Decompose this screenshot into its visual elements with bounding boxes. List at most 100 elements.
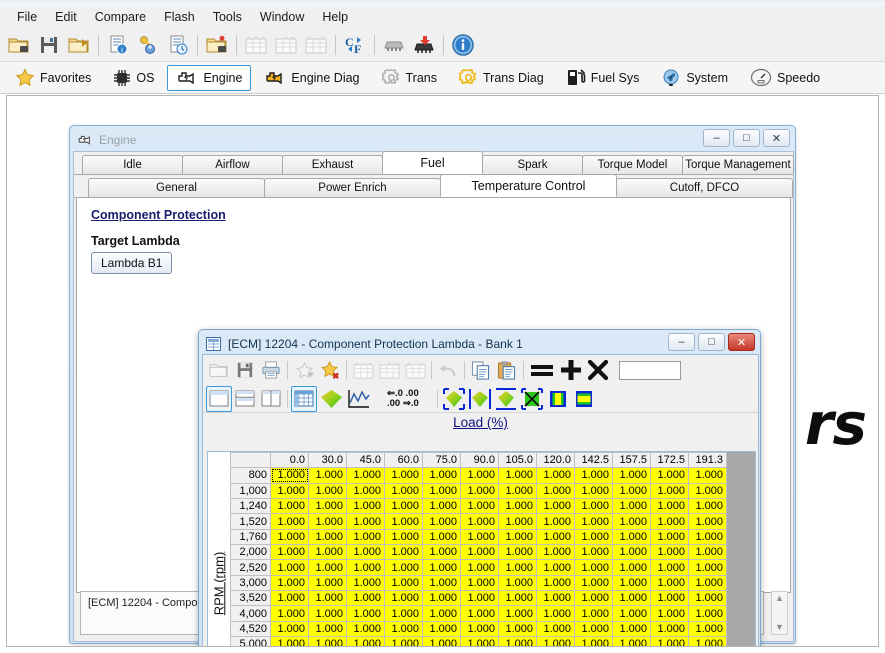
gradient-horizontal-icon[interactable] — [571, 386, 597, 412]
table-cell[interactable]: 1.000 — [612, 513, 651, 530]
table-cell[interactable]: 1.000 — [688, 620, 727, 638]
table-cell[interactable]: 1.000 — [384, 620, 423, 638]
table-cell[interactable]: 1.000 — [498, 574, 537, 592]
tab-spark[interactable]: Spark — [482, 155, 583, 174]
category-trans[interactable]: Trans — [373, 65, 447, 91]
engine-vertical-scrollbar[interactable]: ▲ ▼ — [771, 591, 788, 635]
table-cell[interactable]: 1.000 — [346, 559, 385, 576]
table-cell[interactable]: 1.000 — [688, 574, 727, 592]
save-icon[interactable] — [232, 357, 258, 383]
subtab-cutoff-dfco[interactable]: Cutoff, DFCO — [616, 178, 793, 197]
table-cell[interactable]: 1.000 — [536, 590, 575, 607]
open-calibration-icon[interactable] — [202, 30, 232, 60]
column-header[interactable]: 120.0 — [536, 452, 575, 469]
category-engine[interactable]: Engine — [167, 64, 252, 91]
category-favorites[interactable]: Favorites — [6, 65, 100, 91]
print-icon[interactable] — [258, 357, 284, 383]
table-cell[interactable]: 1.000 — [612, 467, 651, 484]
menu-help[interactable]: Help — [313, 8, 357, 26]
table-cell[interactable]: 1.000 — [498, 559, 537, 576]
table-cell[interactable]: 1.000 — [308, 544, 347, 561]
key-user-icon[interactable] — [133, 30, 163, 60]
table-cell[interactable]: 1.000 — [574, 574, 613, 592]
table-cell[interactable]: 1.000 — [384, 467, 423, 484]
row-header[interactable]: 3,520 — [230, 590, 271, 607]
column-header[interactable]: 30.0 — [308, 452, 347, 469]
table-cell[interactable]: 1.000 — [308, 528, 347, 546]
table-cell[interactable]: 1.000 — [612, 620, 651, 638]
table-cell[interactable]: 1.000 — [612, 590, 651, 607]
table-cell[interactable]: 1.000 — [650, 513, 689, 530]
table-cell[interactable]: 1.000 — [270, 467, 309, 484]
decimal-precision-controls[interactable]: ⇐.0 .00 .00 ⇒.0 — [387, 388, 419, 409]
category-fuel-sys[interactable]: Fuel Sys — [557, 65, 649, 91]
table-cell[interactable]: 1.000 — [688, 513, 727, 530]
view-3d-icon[interactable] — [317, 386, 345, 412]
table-cell[interactable]: 1.000 — [384, 482, 423, 499]
table-cell[interactable]: 1.000 — [422, 574, 461, 592]
table-cell[interactable]: 1.000 — [422, 528, 461, 546]
gradient-vertical-icon[interactable] — [545, 386, 571, 412]
table-cell[interactable]: 1.000 — [688, 467, 727, 484]
table-cell[interactable]: 1.000 — [612, 574, 651, 592]
category-system[interactable]: System — [652, 65, 737, 91]
table-cell[interactable]: 1.000 — [384, 513, 423, 530]
tab-exhaust[interactable]: Exhaust — [282, 155, 383, 174]
table-cell[interactable]: 1.000 — [498, 513, 537, 530]
row-header[interactable]: 800 — [230, 467, 271, 484]
table-cell[interactable]: 1.000 — [574, 559, 613, 576]
table-cell[interactable]: 1.000 — [536, 574, 575, 592]
table-cell[interactable]: 1.000 — [574, 467, 613, 484]
table-cell[interactable]: 1.000 — [574, 528, 613, 546]
chip-gray-icon[interactable] — [379, 30, 409, 60]
table-cell[interactable]: 1.000 — [536, 559, 575, 576]
tab-idle[interactable]: Idle — [82, 155, 183, 174]
table-cell[interactable]: 1.000 — [346, 467, 385, 484]
table-cell[interactable]: 1.000 — [346, 620, 385, 638]
table-cell[interactable]: 1.000 — [270, 620, 309, 638]
table-cell[interactable]: 1.000 — [688, 636, 727, 646]
table-cell[interactable]: 1.000 — [308, 559, 347, 576]
subtab-temperature-control[interactable]: Temperature Control — [440, 174, 617, 197]
value-input[interactable] — [619, 360, 681, 380]
view-vertical-split-icon[interactable] — [258, 386, 284, 412]
table-cell[interactable]: 1.000 — [612, 559, 651, 576]
table-cell[interactable]: 1.000 — [650, 544, 689, 561]
table-cell[interactable]: 1.000 — [688, 482, 727, 499]
table-cell[interactable]: 1.000 — [612, 636, 651, 646]
table-cell[interactable]: 1.000 — [460, 590, 499, 607]
table-cell[interactable]: 1.000 — [384, 559, 423, 576]
engine-restore-button[interactable]: □ — [733, 129, 760, 147]
table-cell[interactable]: 1.000 — [422, 482, 461, 499]
equals-icon[interactable] — [527, 357, 557, 383]
table-cell[interactable]: 1.000 — [422, 559, 461, 576]
table-cell[interactable]: 1.000 — [688, 605, 727, 622]
table-cell[interactable]: 1.000 — [346, 590, 385, 607]
column-header[interactable]: 157.5 — [612, 452, 651, 469]
table-cell[interactable]: 1.000 — [536, 513, 575, 530]
row-header[interactable]: 4,520 — [230, 620, 271, 638]
ecm-close-button[interactable]: ✕ — [728, 333, 755, 351]
table-cell[interactable]: 1.000 — [498, 467, 537, 484]
table-cell[interactable]: 1.000 — [384, 590, 423, 607]
column-header[interactable]: 0.0 — [270, 452, 309, 469]
table-cell[interactable]: 1.000 — [650, 574, 689, 592]
table-cell[interactable]: 1.000 — [688, 559, 727, 576]
table-cell[interactable]: 1.000 — [270, 513, 309, 530]
tab-fuel[interactable]: Fuel — [382, 151, 483, 174]
table-cell[interactable]: 1.000 — [384, 544, 423, 561]
table-cell[interactable]: 1.000 — [498, 528, 537, 546]
row-header[interactable]: 1,000 — [230, 482, 271, 499]
table-cell[interactable]: 1.000 — [536, 605, 575, 622]
multiply-icon[interactable] — [585, 357, 611, 383]
table-cell[interactable]: 1.000 — [384, 605, 423, 622]
table-cell[interactable]: 1.000 — [308, 574, 347, 592]
menu-file[interactable]: File — [8, 8, 46, 26]
table-cell[interactable]: 1.000 — [270, 574, 309, 592]
scroll-up-arrow-icon[interactable]: ▲ — [775, 592, 784, 605]
table-cell[interactable]: 1.000 — [346, 605, 385, 622]
table-cell[interactable]: 1.000 — [688, 497, 727, 515]
table-cell[interactable]: 1.000 — [536, 497, 575, 515]
column-header[interactable]: 60.0 — [384, 452, 423, 469]
table-cell[interactable]: 1.000 — [308, 467, 347, 484]
